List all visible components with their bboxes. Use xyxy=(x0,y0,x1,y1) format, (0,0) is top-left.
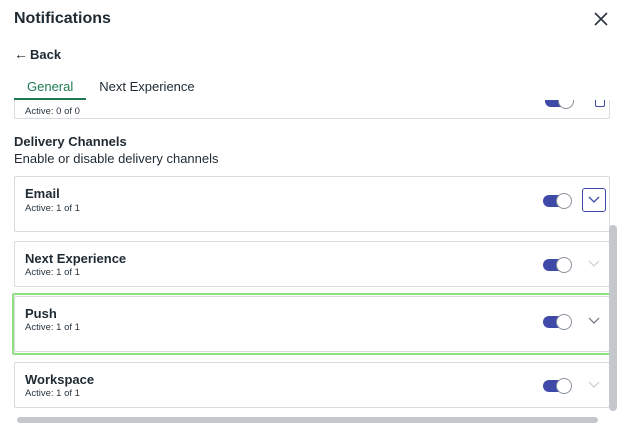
partial-card-toggle[interactable] xyxy=(545,100,574,109)
channel-name: Push xyxy=(25,306,57,321)
channel-card-workspace: Workspace Active: 1 of 1 xyxy=(14,362,610,408)
partial-card-chevron-button[interactable] xyxy=(595,100,605,107)
channel-status: Active: 1 of 1 xyxy=(25,322,80,333)
channel-status: Active: 1 of 1 xyxy=(25,267,80,278)
tab-bar: General Next Experience xyxy=(14,74,208,100)
channel-status: Active: 1 of 1 xyxy=(25,203,80,214)
dialog-header: Notifications xyxy=(14,8,612,32)
channel-name: Next Experience xyxy=(25,251,127,266)
section-subtitle: Enable or disable delivery channels xyxy=(14,151,219,166)
push-toggle[interactable] xyxy=(543,314,572,330)
workspace-toggle[interactable] xyxy=(543,378,572,394)
close-icon[interactable] xyxy=(590,8,612,30)
dialog-title: Notifications xyxy=(14,10,111,27)
channel-status: Active: 1 of 1 xyxy=(25,388,80,399)
tab-general[interactable]: General xyxy=(14,74,87,100)
section-title: Delivery Channels xyxy=(14,134,127,149)
horizontal-scrollbar[interactable] xyxy=(17,417,598,423)
settings-scroll-area[interactable]: Active: 0 of 0 Delivery Channels Enable … xyxy=(14,100,610,412)
chevron-down-icon[interactable] xyxy=(582,188,606,212)
channel-card-next-experience: Next Experience Active: 1 of 1 xyxy=(14,241,610,287)
channel-name: Email xyxy=(25,186,60,201)
partial-card-status: Active: 0 of 0 xyxy=(25,106,80,117)
arrow-left-icon: ← xyxy=(14,46,28,62)
vertical-scrollbar[interactable] xyxy=(609,225,617,411)
back-label: Back xyxy=(30,46,62,62)
next-experience-toggle[interactable] xyxy=(543,257,572,273)
channel-card-push: Push Active: 1 of 1 xyxy=(14,296,610,352)
chevron-down-icon[interactable] xyxy=(582,252,606,276)
chevron-down-icon[interactable] xyxy=(582,309,606,333)
channel-card-email: Email Active: 1 of 1 xyxy=(14,176,610,232)
tab-next-experience[interactable]: Next Experience xyxy=(86,74,207,100)
channel-name: Workspace xyxy=(25,372,95,387)
partial-card: Active: 0 of 0 xyxy=(14,100,610,119)
back-link[interactable]: ← Back xyxy=(14,46,61,62)
email-toggle[interactable] xyxy=(543,193,572,209)
chevron-down-icon[interactable] xyxy=(582,373,606,397)
